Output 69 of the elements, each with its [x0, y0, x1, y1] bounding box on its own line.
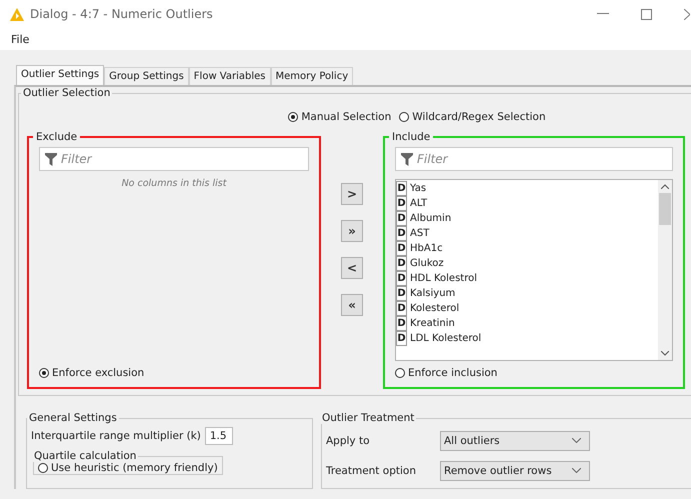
scroll-up-icon[interactable]: [661, 184, 669, 189]
chevron-down-icon: [572, 468, 581, 473]
section-title: General Settings: [28, 412, 118, 424]
field-label: Treatment option: [326, 464, 417, 476]
window-title: Dialog - 4:7 - Numeric Outliers: [30, 7, 213, 21]
tab[interactable]: Memory Policy: [270, 67, 354, 85]
column-name[interactable]: Kreatinin: [410, 318, 455, 329]
minimize-icon[interactable]: [597, 13, 609, 15]
type-badge: D: [396, 181, 407, 196]
move-button[interactable]: »: [341, 220, 363, 242]
chevron-down-icon: [572, 438, 581, 443]
type-badge: D: [396, 211, 407, 226]
tab[interactable]: Group Settings: [104, 67, 189, 85]
column-name[interactable]: Kolesterol: [410, 303, 460, 314]
list-title: Exclude: [35, 131, 78, 143]
type-badge: D: [396, 226, 407, 241]
filter-field[interactable]: Filter: [39, 147, 309, 171]
scroll-down-icon[interactable]: [661, 351, 669, 356]
column-name[interactable]: Yas: [410, 183, 426, 194]
maximize-icon[interactable]: [641, 8, 652, 20]
field-label: Apply to: [326, 434, 371, 446]
filter-placeholder: Filter: [61, 152, 92, 166]
filter-placeholder: Filter: [417, 152, 448, 166]
number-field[interactable]: 1.5: [204, 427, 233, 445]
type-badge: D: [396, 256, 407, 271]
radio-button[interactable]: [38, 463, 48, 473]
radio-button[interactable]: [395, 368, 405, 378]
filter-icon: [45, 152, 57, 166]
column-name[interactable]: AST: [410, 228, 430, 239]
scroll-thumb[interactable]: [659, 193, 671, 225]
tab[interactable]: Outlier Settings: [16, 65, 104, 85]
dropdown[interactable]: Remove outlier rows: [440, 460, 590, 480]
column-name[interactable]: HDL Kolestrol: [410, 273, 477, 284]
move-button[interactable]: <: [341, 257, 363, 279]
column-name[interactable]: ALT: [410, 198, 428, 209]
radio-label: Enforce inclusion: [408, 367, 498, 379]
close-icon[interactable]: [684, 8, 690, 20]
field-label: Interquartile range multiplier (k): [31, 430, 201, 442]
type-badge: D: [396, 196, 407, 211]
radio-button[interactable]: [39, 368, 49, 378]
tab[interactable]: Flow Variables: [188, 67, 271, 85]
filter-field[interactable]: Filter: [395, 147, 673, 171]
type-badge: D: [396, 316, 407, 331]
type-badge: D: [396, 286, 407, 301]
column-name[interactable]: Glukoz: [410, 258, 444, 269]
scrollbar[interactable]: [658, 180, 672, 360]
radio-label: Use heuristic (memory friendly): [51, 462, 218, 474]
warning-triangle-icon: [10, 8, 24, 20]
column-name[interactable]: HbA1c: [410, 243, 443, 254]
type-badge: D: [396, 331, 407, 346]
section-title: Outlier Selection: [22, 87, 112, 99]
section-title: Quartile calculation: [33, 450, 138, 462]
filter-icon: [401, 152, 413, 166]
radio-button[interactable]: [399, 112, 410, 122]
section-title: Outlier Treatment: [321, 412, 416, 424]
column-name[interactable]: Kalsiyum: [410, 288, 456, 299]
dropdown[interactable]: All outliers: [440, 430, 590, 450]
radio-label: Enforce exclusion: [52, 367, 144, 379]
move-button[interactable]: >: [341, 183, 363, 205]
radio-button[interactable]: [288, 112, 298, 122]
move-button[interactable]: «: [341, 294, 363, 316]
column-name[interactable]: Albumin: [410, 213, 452, 224]
type-badge: D: [396, 301, 407, 316]
column-name[interactable]: LDL Kolesterol: [410, 333, 482, 344]
type-badge: D: [396, 271, 407, 286]
menu-item[interactable]: File: [11, 32, 30, 46]
empty-list-message: No columns in this list: [120, 178, 228, 189]
list-title: Include: [391, 131, 432, 143]
type-badge: D: [396, 241, 407, 256]
